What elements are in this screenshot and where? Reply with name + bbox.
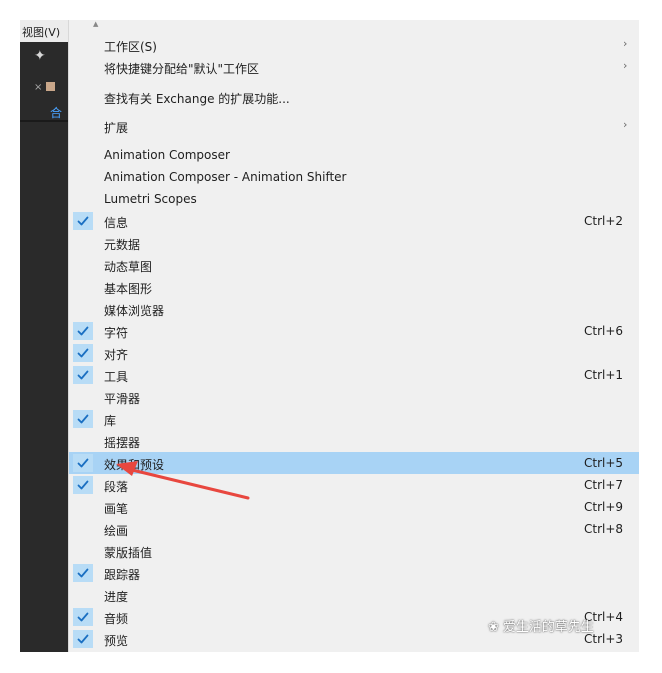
menu-item-shortcut: Ctrl+2 bbox=[584, 214, 624, 228]
menu-item-label: 扩展 bbox=[104, 121, 129, 135]
panel-divider bbox=[20, 120, 68, 122]
checkmark-icon bbox=[73, 476, 93, 494]
menu-item[interactable]: 元数据 bbox=[69, 232, 639, 254]
menu-item-label: 摇摆器 bbox=[104, 436, 141, 450]
composition-tab-label[interactable]: 合 bbox=[50, 104, 62, 121]
menu-item-shortcut: Ctrl+8 bbox=[584, 522, 624, 536]
menu-item-label: 查找有关 Exchange 的扩展功能... bbox=[104, 92, 290, 106]
menu-item[interactable]: 查找有关 Exchange 的扩展功能... bbox=[69, 86, 639, 108]
menu-item-label: 媒体浏览器 bbox=[104, 304, 165, 318]
menu-item-label: 元数据 bbox=[104, 238, 141, 252]
checkmark-icon bbox=[73, 322, 93, 340]
menu-item-shortcut: Ctrl+6 bbox=[584, 324, 624, 338]
menu-item[interactable]: 进度 bbox=[69, 584, 639, 606]
menu-item[interactable]: 动态草图 bbox=[69, 254, 639, 276]
scroll-up-arrow-icon[interactable]: ▲ bbox=[93, 20, 98, 28]
checkmark-icon bbox=[73, 212, 93, 230]
chevron-right-icon: › bbox=[623, 59, 628, 72]
menu-item-label: 预览 bbox=[104, 634, 129, 648]
menu-item-shortcut: Ctrl+1 bbox=[584, 368, 624, 382]
composition-color-swatch bbox=[46, 82, 55, 91]
menu-item-label: Animation Composer - Animation Shifter bbox=[104, 170, 347, 184]
menu-item-label: 将快捷键分配给"默认"工作区 bbox=[104, 62, 260, 76]
checkmark-icon bbox=[73, 630, 93, 648]
menu-item-label: 段落 bbox=[104, 480, 129, 494]
checkmark-icon bbox=[73, 410, 93, 428]
menu-item[interactable]: 画笔 Ctrl+9 bbox=[69, 496, 639, 518]
checkmark-icon bbox=[73, 344, 93, 362]
menu-item[interactable]: 信息 Ctrl+2 bbox=[69, 210, 639, 232]
menu-item-shortcut: Ctrl+7 bbox=[584, 478, 624, 492]
puppet-tool-icon[interactable]: ✦ bbox=[34, 48, 46, 64]
checkmark-icon bbox=[73, 366, 93, 384]
menu-item[interactable]: 对齐 bbox=[69, 342, 639, 364]
watermark-text: 爱生活的草先生 bbox=[502, 620, 594, 635]
checkmark-icon bbox=[73, 454, 93, 472]
menu-item-label: 画笔 bbox=[104, 502, 129, 516]
menu-item-label: 工作区(S) bbox=[104, 40, 157, 54]
view-menu[interactable]: 视图(V) bbox=[22, 24, 60, 40]
menu-item[interactable]: 平滑器 bbox=[69, 386, 639, 408]
menu-item[interactable]: 摇摆器 bbox=[69, 430, 639, 452]
window-menu-dropdown: ▲ 工作区(S) › 将快捷键分配给"默认"工作区 › 查找有关 Exchange 的扩… bbox=[68, 20, 639, 652]
menu-item[interactable]: Animation Composer - Animation Shifter bbox=[69, 166, 639, 188]
menu-item[interactable]: 库 bbox=[69, 408, 639, 430]
chevron-right-icon: › bbox=[623, 118, 628, 131]
chevron-right-icon: › bbox=[623, 37, 628, 50]
menu-item-shortcut: Ctrl+5 bbox=[584, 456, 624, 470]
menu-item-label: 平滑器 bbox=[104, 392, 141, 406]
menu-item[interactable]: 扩展 › bbox=[69, 115, 639, 137]
menu-item[interactable]: Animation Composer bbox=[69, 144, 639, 166]
menu-item-label: 跟踪器 bbox=[104, 568, 141, 582]
menu-item[interactable]: 跟踪器 bbox=[69, 562, 639, 584]
menu-item-label: 绘画 bbox=[104, 524, 129, 538]
watermark: ❀ 爱生活的草先生 bbox=[488, 616, 594, 635]
menu-item-label: 字符 bbox=[104, 326, 129, 340]
menu-item-label: 进度 bbox=[104, 590, 129, 604]
menu-item[interactable]: 将快捷键分配给"默认"工作区 › bbox=[69, 56, 639, 78]
menu-item[interactable]: 工作区(S) › bbox=[69, 34, 639, 56]
menu-item-label: 音频 bbox=[104, 612, 129, 626]
menu-item[interactable]: 效果和预设 Ctrl+5 bbox=[69, 452, 639, 474]
menu-item-shortcut: Ctrl+9 bbox=[584, 500, 624, 514]
menu-item-label: 动态草图 bbox=[104, 260, 153, 274]
menu-item-label: 蒙版插值 bbox=[104, 546, 153, 560]
menu-item[interactable]: 绘画 Ctrl+8 bbox=[69, 518, 639, 540]
left-panel-strip: 视图(V) ✦ × 合 bbox=[20, 20, 68, 652]
menu-item-label: Lumetri Scopes bbox=[104, 192, 197, 206]
menu-item-label: 工具 bbox=[104, 370, 129, 384]
menu-item[interactable]: 媒体浏览器 bbox=[69, 298, 639, 320]
menu-item[interactable]: 工具 Ctrl+1 bbox=[69, 364, 639, 386]
menu-item-label: 基本图形 bbox=[104, 282, 153, 296]
close-panel-icon[interactable]: × bbox=[34, 82, 42, 93]
menu-item[interactable]: 字符 Ctrl+6 bbox=[69, 320, 639, 342]
menu-item-label: Animation Composer bbox=[104, 148, 230, 162]
menu-item[interactable]: 蒙版插值 bbox=[69, 540, 639, 562]
wechat-icon: ❀ bbox=[488, 620, 499, 635]
menu-item-label: 库 bbox=[104, 414, 117, 428]
menu-item-label: 效果和预设 bbox=[104, 458, 165, 472]
menu-item-label: 信息 bbox=[104, 216, 129, 230]
menu-item-label: 对齐 bbox=[104, 348, 129, 362]
checkmark-icon bbox=[73, 608, 93, 626]
menu-item[interactable]: 段落 Ctrl+7 bbox=[69, 474, 639, 496]
checkmark-icon bbox=[73, 564, 93, 582]
menu-item[interactable]: Lumetri Scopes bbox=[69, 188, 639, 210]
menu-item[interactable]: 基本图形 bbox=[69, 276, 639, 298]
